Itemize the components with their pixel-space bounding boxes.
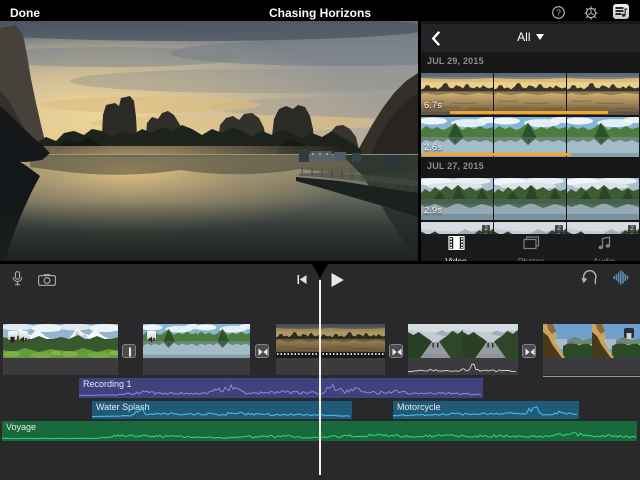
svg-text:?: ? bbox=[556, 8, 561, 18]
